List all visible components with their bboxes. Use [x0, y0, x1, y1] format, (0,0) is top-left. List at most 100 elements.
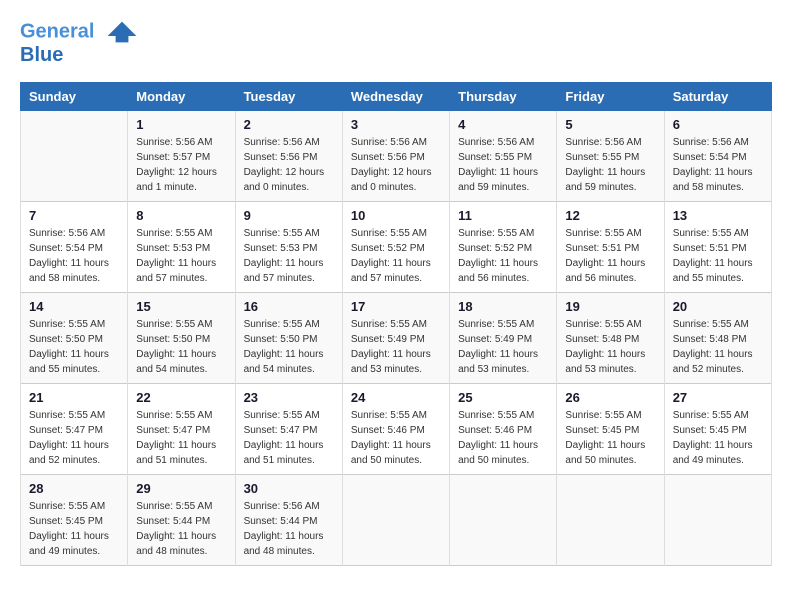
day-cell: 5 Sunrise: 5:56 AMSunset: 5:55 PMDaylight… — [557, 111, 664, 202]
day-cell: 16Sunrise: 5:55 AMSunset: 5:50 PMDayligh… — [235, 293, 342, 384]
week-row-1: 1 Sunrise: 5:56 AMSunset: 5:57 PMDaylight… — [21, 111, 772, 202]
day-number: 23 — [244, 390, 334, 405]
day-number: 22 — [136, 390, 226, 405]
day-info: Sunrise: 5:55 AMSunset: 5:51 PMDaylight:… — [673, 226, 763, 286]
day-cell — [21, 111, 128, 202]
day-number: 3 — [351, 117, 441, 132]
day-cell: 18 Sunrise: 5:55 AMSunset: 5:49 PMDayligh… — [450, 293, 557, 384]
header-row: SundayMondayTuesdayWednesdayThursdayFrid… — [21, 83, 772, 111]
day-info: Sunrise: 5:56 AMSunset: 5:56 PMDaylight:… — [244, 135, 334, 195]
day-number: 7 — [29, 208, 119, 223]
day-number: 10 — [351, 208, 441, 223]
day-number: 1 — [136, 117, 226, 132]
day-info: Sunrise: 5:55 AMSunset: 5:49 PMDaylight:… — [458, 317, 548, 377]
day-cell: 19 Sunrise: 5:55 AMSunset: 5:48 PMDayligh… — [557, 293, 664, 384]
day-number: 4 — [458, 117, 548, 132]
page-header: General Blue — [20, 20, 772, 66]
day-info: Sunrise: 5:55 AMSunset: 5:45 PMDaylight:… — [565, 408, 655, 468]
day-info: Sunrise: 5:55 AMSunset: 5:47 PMDaylight:… — [244, 408, 334, 468]
day-info: Sunrise: 5:55 AMSunset: 5:47 PMDaylight:… — [136, 408, 226, 468]
day-number: 29 — [136, 481, 226, 496]
day-info: Sunrise: 5:56 AMSunset: 5:55 PMDaylight:… — [565, 135, 655, 195]
day-cell — [450, 475, 557, 566]
day-cell: 15Sunrise: 5:55 AMSunset: 5:50 PMDayligh… — [128, 293, 235, 384]
day-number: 26 — [565, 390, 655, 405]
day-info: Sunrise: 5:55 AMSunset: 5:48 PMDaylight:… — [565, 317, 655, 377]
day-info: Sunrise: 5:55 AMSunset: 5:46 PMDaylight:… — [351, 408, 441, 468]
day-number: 18 — [458, 299, 548, 314]
day-number: 8 — [136, 208, 226, 223]
day-info: Sunrise: 5:55 AMSunset: 5:53 PMDaylight:… — [136, 226, 226, 286]
day-cell: 26 Sunrise: 5:55 AMSunset: 5:45 PMDayligh… — [557, 384, 664, 475]
day-info: Sunrise: 5:55 AMSunset: 5:50 PMDaylight:… — [29, 317, 119, 377]
day-number: 20 — [673, 299, 763, 314]
day-info: Sunrise: 5:56 AMSunset: 5:57 PMDaylight:… — [136, 135, 226, 195]
day-number: 12 — [565, 208, 655, 223]
day-number: 2 — [244, 117, 334, 132]
day-number: 16 — [244, 299, 334, 314]
day-cell: 27 Sunrise: 5:55 AMSunset: 5:45 PMDayligh… — [664, 384, 771, 475]
day-cell: 23 Sunrise: 5:55 AMSunset: 5:47 PMDayligh… — [235, 384, 342, 475]
day-number: 9 — [244, 208, 334, 223]
day-info: Sunrise: 5:56 AMSunset: 5:54 PMDaylight:… — [673, 135, 763, 195]
day-cell: 14 Sunrise: 5:55 AMSunset: 5:50 PMDayligh… — [21, 293, 128, 384]
day-cell — [557, 475, 664, 566]
day-cell: 13 Sunrise: 5:55 AMSunset: 5:51 PMDayligh… — [664, 202, 771, 293]
day-cell — [664, 475, 771, 566]
day-info: Sunrise: 5:55 AMSunset: 5:46 PMDaylight:… — [458, 408, 548, 468]
day-number: 6 — [673, 117, 763, 132]
day-cell: 28 Sunrise: 5:55 AMSunset: 5:45 PMDayligh… — [21, 475, 128, 566]
day-info: Sunrise: 5:55 AMSunset: 5:52 PMDaylight:… — [458, 226, 548, 286]
day-cell: 4Sunrise: 5:56 AMSunset: 5:55 PMDaylight… — [450, 111, 557, 202]
week-row-3: 14 Sunrise: 5:55 AMSunset: 5:50 PMDayligh… — [21, 293, 772, 384]
day-number: 21 — [29, 390, 119, 405]
day-cell: 12Sunrise: 5:55 AMSunset: 5:51 PMDayligh… — [557, 202, 664, 293]
day-cell: 8 Sunrise: 5:55 AMSunset: 5:53 PMDaylight… — [128, 202, 235, 293]
calendar-table: SundayMondayTuesdayWednesdayThursdayFrid… — [20, 82, 772, 566]
day-cell: 1 Sunrise: 5:56 AMSunset: 5:57 PMDaylight… — [128, 111, 235, 202]
day-cell: 2 Sunrise: 5:56 AMSunset: 5:56 PMDaylight… — [235, 111, 342, 202]
day-cell: 24 Sunrise: 5:55 AMSunset: 5:46 PMDayligh… — [342, 384, 449, 475]
column-header-monday: Monday — [128, 83, 235, 111]
day-number: 27 — [673, 390, 763, 405]
day-info: Sunrise: 5:56 AMSunset: 5:56 PMDaylight:… — [351, 135, 441, 195]
day-info: Sunrise: 5:56 AMSunset: 5:54 PMDaylight:… — [29, 226, 119, 286]
day-cell: 9Sunrise: 5:55 AMSunset: 5:53 PMDaylight… — [235, 202, 342, 293]
day-info: Sunrise: 5:55 AMSunset: 5:50 PMDaylight:… — [136, 317, 226, 377]
column-header-friday: Friday — [557, 83, 664, 111]
week-row-5: 28 Sunrise: 5:55 AMSunset: 5:45 PMDayligh… — [21, 475, 772, 566]
day-number: 24 — [351, 390, 441, 405]
day-info: Sunrise: 5:55 AMSunset: 5:45 PMDaylight:… — [29, 499, 119, 559]
day-info: Sunrise: 5:55 AMSunset: 5:44 PMDaylight:… — [136, 499, 226, 559]
day-cell: 25 Sunrise: 5:55 AMSunset: 5:46 PMDayligh… — [450, 384, 557, 475]
week-row-4: 21 Sunrise: 5:55 AMSunset: 5:47 PMDayligh… — [21, 384, 772, 475]
day-number: 28 — [29, 481, 119, 496]
day-cell: 7 Sunrise: 5:56 AMSunset: 5:54 PMDaylight… — [21, 202, 128, 293]
day-cell: 29 Sunrise: 5:55 AMSunset: 5:44 PMDayligh… — [128, 475, 235, 566]
day-number: 19 — [565, 299, 655, 314]
day-cell: 3 Sunrise: 5:56 AMSunset: 5:56 PMDaylight… — [342, 111, 449, 202]
day-info: Sunrise: 5:55 AMSunset: 5:45 PMDaylight:… — [673, 408, 763, 468]
day-cell: 30Sunrise: 5:56 AMSunset: 5:44 PMDayligh… — [235, 475, 342, 566]
column-header-thursday: Thursday — [450, 83, 557, 111]
column-header-tuesday: Tuesday — [235, 83, 342, 111]
column-header-sunday: Sunday — [21, 83, 128, 111]
logo-text: General Blue — [20, 20, 140, 66]
logo: General Blue — [20, 20, 140, 66]
day-number: 11 — [458, 208, 548, 223]
column-header-wednesday: Wednesday — [342, 83, 449, 111]
day-number: 25 — [458, 390, 548, 405]
day-cell — [342, 475, 449, 566]
day-cell: 10 Sunrise: 5:55 AMSunset: 5:52 PMDayligh… — [342, 202, 449, 293]
day-number: 14 — [29, 299, 119, 314]
day-number: 30 — [244, 481, 334, 496]
week-row-2: 7 Sunrise: 5:56 AMSunset: 5:54 PMDaylight… — [21, 202, 772, 293]
day-info: Sunrise: 5:55 AMSunset: 5:49 PMDaylight:… — [351, 317, 441, 377]
day-number: 13 — [673, 208, 763, 223]
column-header-saturday: Saturday — [664, 83, 771, 111]
day-info: Sunrise: 5:55 AMSunset: 5:48 PMDaylight:… — [673, 317, 763, 377]
day-cell: 22 Sunrise: 5:55 AMSunset: 5:47 PMDayligh… — [128, 384, 235, 475]
day-number: 5 — [565, 117, 655, 132]
day-info: Sunrise: 5:55 AMSunset: 5:52 PMDaylight:… — [351, 226, 441, 286]
day-number: 17 — [351, 299, 441, 314]
